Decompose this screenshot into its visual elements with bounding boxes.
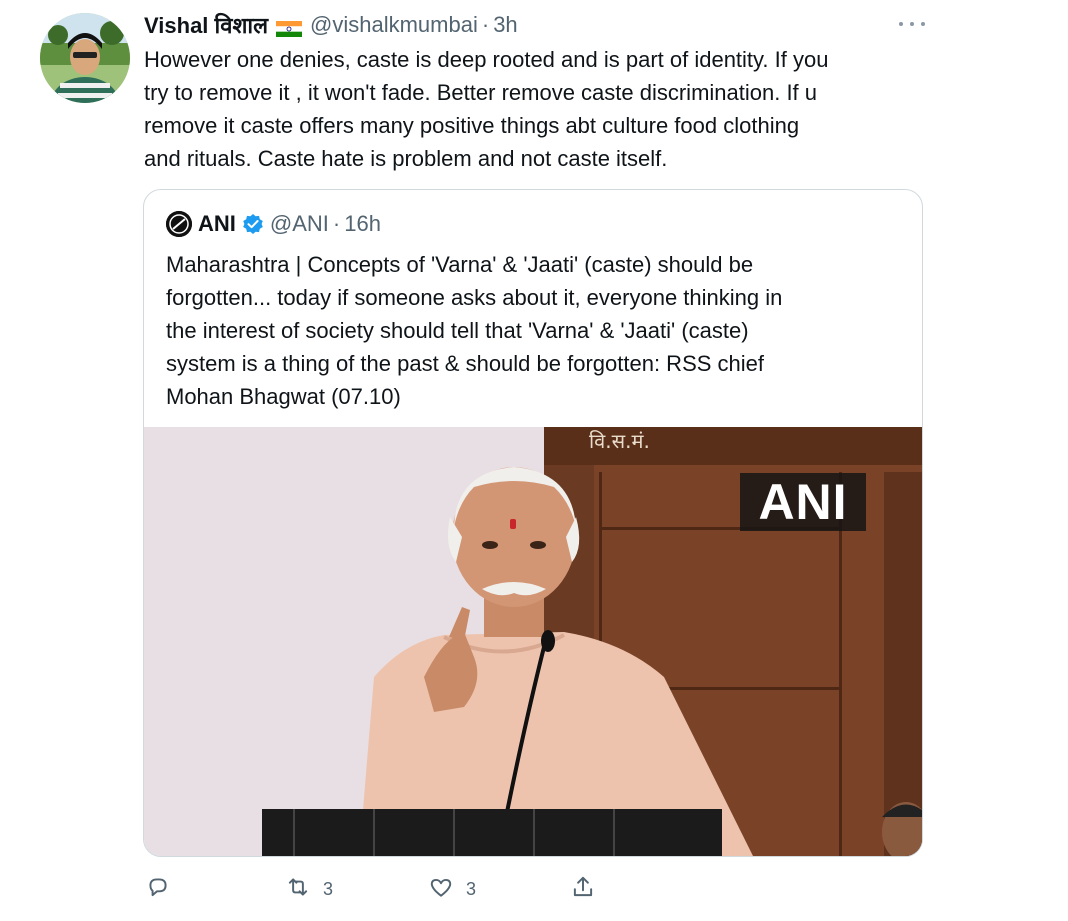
author-handle[interactable]: @vishalkmumbai bbox=[310, 12, 478, 38]
quoted-text-line: Mohan Bhagwat (07.10) bbox=[166, 384, 401, 409]
retweet-count: 3 bbox=[323, 878, 334, 899]
tweet[interactable]: Vishal विशाल @vishalkmumbai · 3h However… bbox=[0, 0, 1068, 921]
tweet-text-line: However one denies, caste is deep rooted… bbox=[144, 47, 829, 72]
share-button[interactable] bbox=[570, 873, 608, 905]
tweet-text-line: remove it caste offers many positive thi… bbox=[144, 113, 800, 138]
like-button[interactable]: 3 bbox=[428, 873, 476, 905]
quoted-text-line: forgotten... today if someone asks about… bbox=[166, 285, 783, 310]
board-text: वि.स.मं. bbox=[589, 429, 650, 453]
tweet-header: Vishal विशाल @vishalkmumbai · 3h bbox=[144, 10, 518, 40]
reply-icon bbox=[145, 874, 171, 905]
quoted-tweet[interactable]: ANI @ANI · 16h Maharashtra | Concepts of… bbox=[143, 189, 923, 857]
avatar[interactable] bbox=[40, 13, 130, 103]
tweet-text-line: try to remove it , it won't fade. Better… bbox=[144, 80, 818, 105]
tweet-text: However one denies, caste is deep rooted… bbox=[144, 43, 944, 175]
tweet-time[interactable]: 3h bbox=[493, 12, 517, 38]
share-icon bbox=[570, 874, 596, 905]
tweet-actions: 3 3 bbox=[143, 873, 943, 905]
quoted-tweet-image[interactable]: वि.स.मं. ANI bbox=[144, 427, 922, 856]
reply-button[interactable] bbox=[145, 873, 183, 905]
author-name[interactable]: Vishal विशाल bbox=[144, 10, 268, 40]
india-flag-icon bbox=[276, 17, 303, 37]
quoted-tweet-header: ANI @ANI · 16h bbox=[166, 210, 381, 238]
retweet-icon bbox=[285, 874, 311, 905]
quoted-tweet-text: Maharashtra | Concepts of 'Varna' & 'Jaa… bbox=[166, 248, 906, 413]
quoted-author-handle[interactable]: @ANI bbox=[270, 211, 329, 237]
quoted-text-line: Maharashtra | Concepts of 'Varna' & 'Jaa… bbox=[166, 252, 754, 277]
quoted-text-line: the interest of society should tell that… bbox=[166, 318, 749, 343]
separator: · bbox=[332, 211, 341, 236]
verified-badge-icon bbox=[242, 213, 264, 235]
quoted-tweet-time[interactable]: 16h bbox=[344, 211, 381, 237]
more-options-icon[interactable] bbox=[899, 14, 925, 34]
ani-logo-icon[interactable] bbox=[166, 211, 192, 237]
heart-icon bbox=[428, 874, 454, 905]
like-count: 3 bbox=[466, 878, 477, 899]
retweet-button[interactable]: 3 bbox=[285, 873, 333, 905]
separator: · bbox=[481, 12, 490, 37]
quoted-text-line: system is a thing of the past & should b… bbox=[166, 351, 764, 376]
quoted-author-name[interactable]: ANI bbox=[198, 211, 236, 237]
ani-watermark: ANI bbox=[740, 473, 866, 531]
tweet-text-line: and rituals. Caste hate is problem and n… bbox=[144, 146, 668, 171]
